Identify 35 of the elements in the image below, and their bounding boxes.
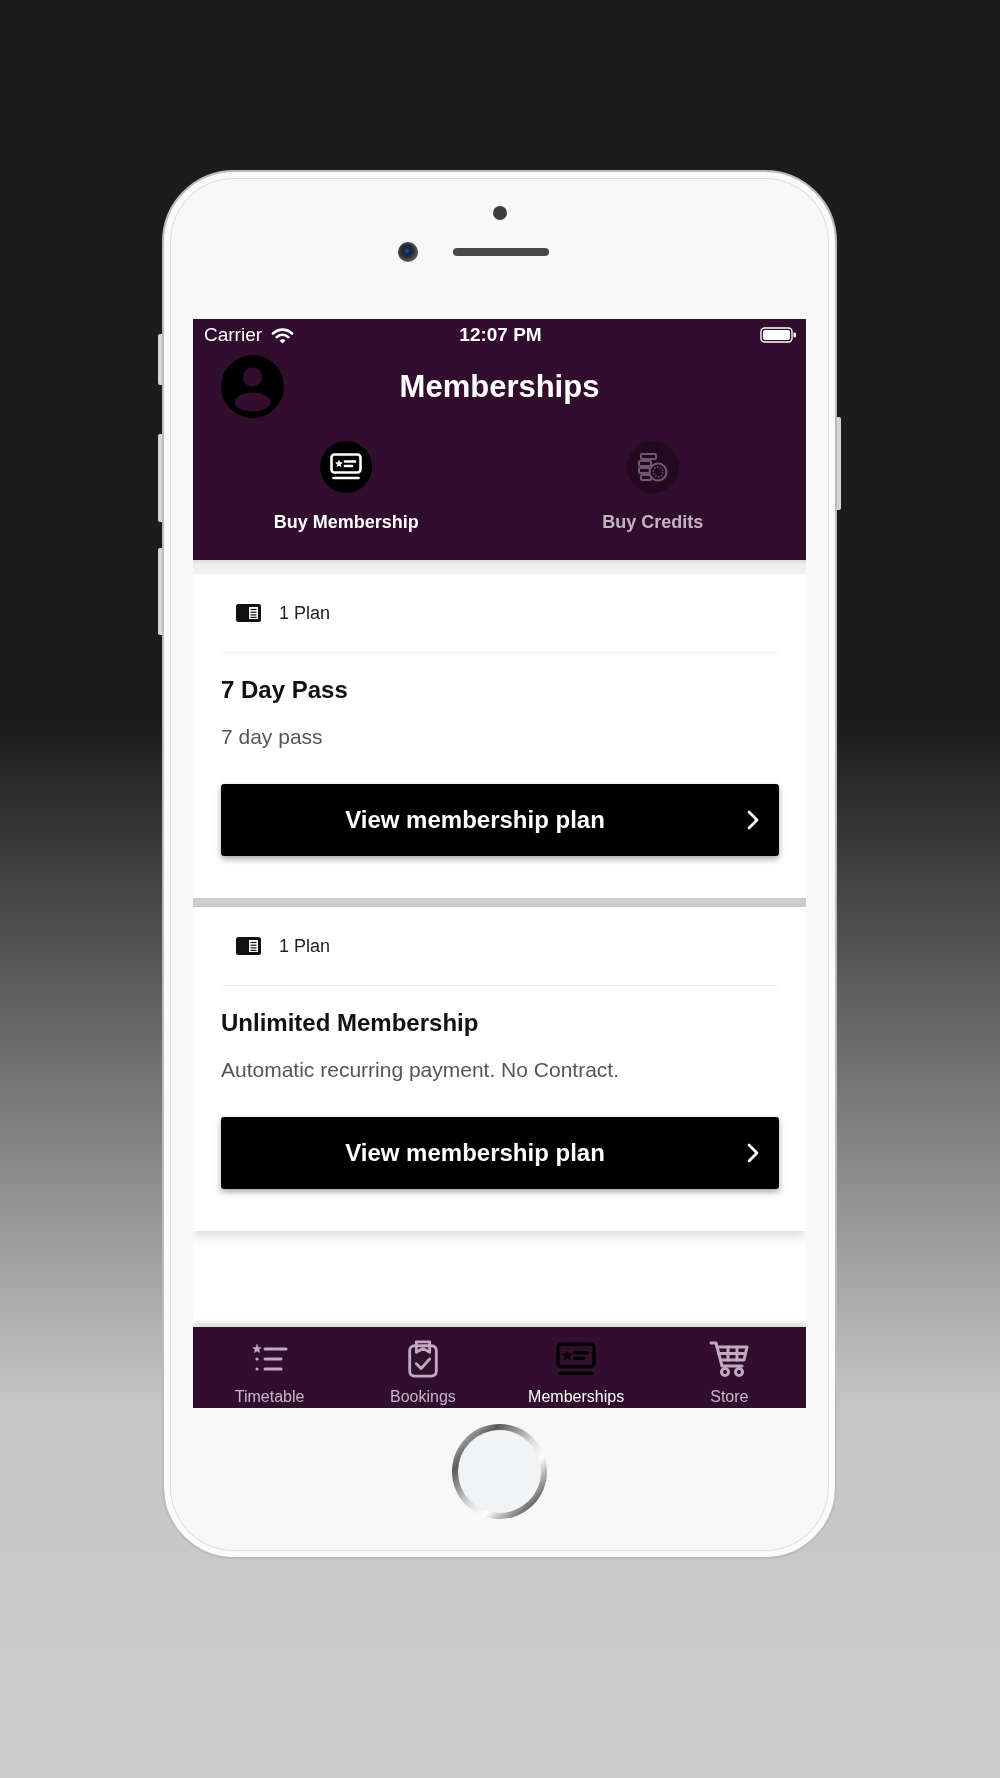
plan-title: 7 Day Pass <box>221 676 349 704</box>
card-icon <box>236 937 261 955</box>
view-plan-button[interactable]: View membership plan <box>221 784 779 856</box>
side-button[interactable] <box>837 417 841 510</box>
plan-description: Automatic recurring payment. No Contract. <box>221 1058 620 1082</box>
plan-count: 1 Plan <box>279 935 331 957</box>
membership-card-icon <box>320 441 373 493</box>
battery-icon <box>760 327 797 343</box>
plan-count: 1 Plan <box>279 602 331 624</box>
plan-title: Unlimited Membership <box>221 1009 480 1037</box>
status-time: 12:07 PM <box>459 324 542 346</box>
wifi-icon <box>271 326 295 344</box>
page-title: Memberships <box>399 368 600 405</box>
carrier-label: Carrier <box>204 324 263 346</box>
nav-tab[interactable]: Timetable <box>234 1327 305 1408</box>
coins-icon <box>626 441 679 493</box>
side-button[interactable] <box>158 434 162 522</box>
view-plan-button[interactable]: View membership plan <box>221 1117 779 1189</box>
nav-tab[interactable]: Store <box>709 1327 750 1408</box>
nav-tab[interactable]: Bookings <box>389 1327 456 1408</box>
plan-description: 7 day pass <box>221 725 324 749</box>
chevron-right-icon <box>747 1143 759 1163</box>
avatar-icon[interactable] <box>221 355 284 418</box>
side-button[interactable] <box>158 334 162 385</box>
tab[interactable]: Buy Membership <box>273 441 419 532</box>
clipboard-check-icon <box>406 1340 439 1378</box>
card-icon <box>236 604 261 622</box>
tab[interactable]: Buy Credits <box>602 441 704 532</box>
sensor-icon <box>492 206 507 220</box>
side-button[interactable] <box>158 548 162 635</box>
chevron-right-icon <box>747 810 759 830</box>
nav-tab[interactable]: Memberships <box>528 1327 625 1408</box>
cart-icon <box>709 1340 750 1378</box>
camera-icon <box>398 242 418 262</box>
membership-card-icon <box>556 1340 597 1378</box>
